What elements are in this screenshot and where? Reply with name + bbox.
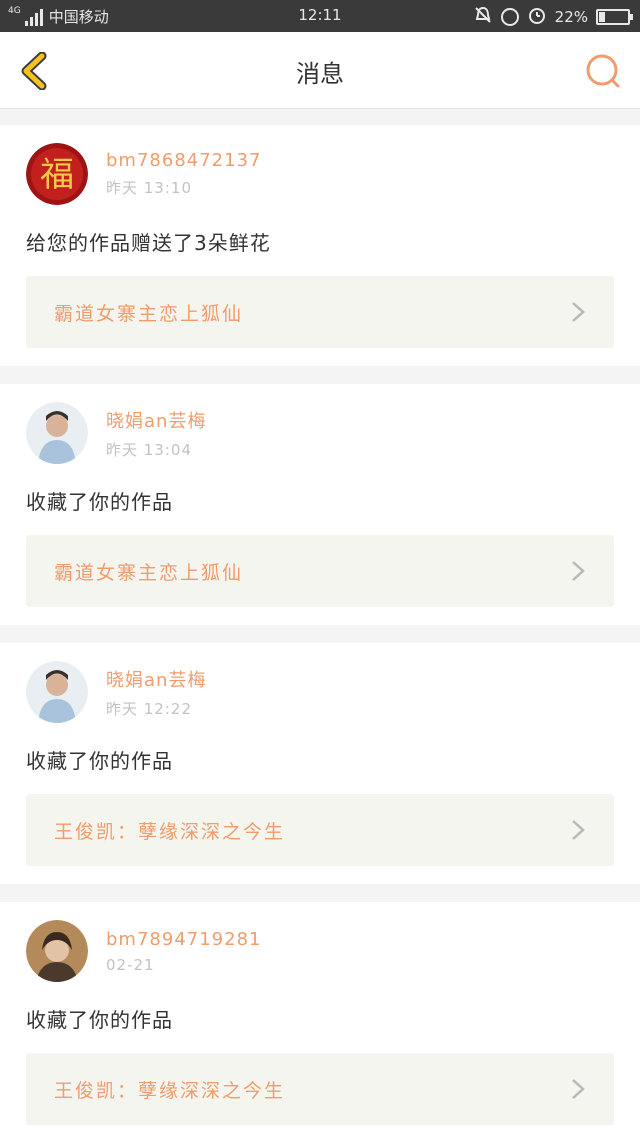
- message-card: bm7894719281 02-21 收藏了你的作品 王俊凯：孽缘深深之今生: [0, 902, 640, 1143]
- nav-bar: 消息: [0, 32, 640, 109]
- message-card: 晓娟an芸梅 昨天 12:22 收藏了你的作品 王俊凯：孽缘深深之今生: [0, 643, 640, 884]
- message-list: 福 bm7868472137 昨天 13:10 给您的作品赠送了3朵鲜花 霸道女…: [0, 125, 640, 1143]
- work-link[interactable]: 王俊凯：孽缘深深之今生: [26, 794, 614, 866]
- mute-bell-icon: [473, 5, 493, 29]
- username[interactable]: 晓娟an芸梅: [106, 407, 206, 433]
- message-text: 收藏了你的作品: [26, 749, 173, 773]
- avatar[interactable]: [26, 920, 88, 982]
- work-title: 王俊凯：孽缘深深之今生: [54, 820, 286, 843]
- username[interactable]: 晓娟an芸梅: [106, 666, 206, 692]
- work-link[interactable]: 王俊凯：孽缘深深之今生: [26, 1053, 614, 1125]
- chevron-right-icon: [572, 302, 585, 322]
- page-title: 消息: [296, 60, 344, 88]
- message-text: 收藏了你的作品: [26, 1008, 173, 1032]
- username[interactable]: bm7894719281: [106, 929, 261, 950]
- work-link[interactable]: 霸道女寨主恋上狐仙: [26, 276, 614, 348]
- work-title: 霸道女寨主恋上狐仙: [54, 302, 244, 325]
- battery-percent: 22%: [554, 8, 588, 26]
- search-button[interactable]: [584, 52, 622, 90]
- avatar[interactable]: 福: [26, 143, 88, 205]
- message-text: 收藏了你的作品: [26, 490, 173, 514]
- battery-icon: [596, 9, 633, 25]
- svg-text:福: 福: [40, 155, 74, 195]
- message-time: 昨天 13:10: [106, 179, 192, 197]
- alarm-icon: [527, 5, 547, 29]
- work-title: 王俊凯：孽缘深深之今生: [54, 1079, 286, 1102]
- message-card: 福 bm7868472137 昨天 13:10 给您的作品赠送了3朵鲜花 霸道女…: [0, 125, 640, 366]
- message-time: 02-21: [106, 955, 155, 974]
- chevron-right-icon: [572, 561, 585, 581]
- work-link[interactable]: 霸道女寨主恋上狐仙: [26, 535, 614, 607]
- chevron-right-icon: [572, 1079, 585, 1099]
- rotation-lock-icon: [500, 8, 519, 26]
- username[interactable]: bm7868472137: [106, 150, 261, 171]
- chevron-right-icon: [572, 820, 585, 840]
- message-time: 昨天 12:22: [106, 699, 192, 718]
- status-bar: 4G 中国移动 12:11 22%: [0, 0, 640, 32]
- avatar[interactable]: [26, 661, 88, 723]
- avatar[interactable]: [26, 402, 88, 464]
- message-text: 给您的作品赠送了3朵鲜花: [26, 231, 271, 255]
- search-icon: [586, 54, 620, 88]
- message-time: 昨天 13:04: [106, 440, 192, 459]
- message-card: 晓娟an芸梅 昨天 13:04 收藏了你的作品 霸道女寨主恋上狐仙: [0, 384, 640, 625]
- work-title: 霸道女寨主恋上狐仙: [54, 561, 244, 584]
